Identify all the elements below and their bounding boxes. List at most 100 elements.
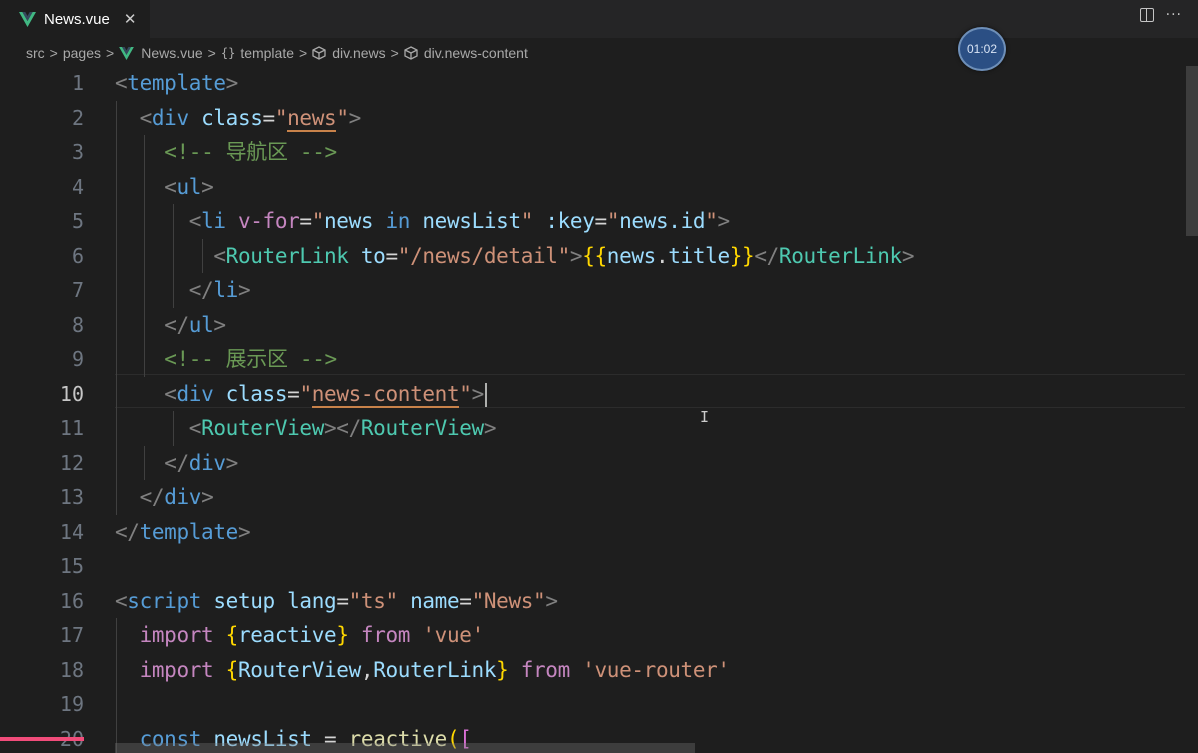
dot: .	[655, 243, 669, 268]
chevron-right-icon: >	[390, 45, 399, 61]
line-number: 13	[59, 485, 84, 509]
quote: "	[336, 105, 349, 130]
string: 'vue'	[422, 623, 484, 647]
more-actions-icon[interactable]: ···	[1166, 8, 1182, 22]
tag-bracket: <	[188, 209, 202, 233]
tag-bracket: >	[348, 105, 362, 130]
tag-bracket: >	[324, 416, 337, 440]
attr-value: "News"	[471, 588, 546, 613]
tag-bracket: >	[201, 174, 214, 199]
line-number: 19	[59, 692, 84, 716]
attr-name: setup	[213, 588, 275, 613]
code-line-11: <RouterView></RouterView>	[115, 411, 1185, 446]
tag-name: div	[151, 105, 189, 130]
text-cursor	[484, 382, 487, 407]
code-line-10: <div class="news-content">	[115, 376, 1185, 411]
tag-name: div	[188, 450, 226, 475]
expr-var: news	[606, 243, 657, 268]
attr-name: to	[360, 243, 386, 268]
quote: "	[311, 209, 325, 233]
chevron-right-icon: >	[207, 45, 216, 61]
tag-name: li	[213, 278, 238, 302]
chevron-right-icon: >	[106, 45, 115, 61]
code-line-18: import {RouterView,RouterLink} from 'vue…	[115, 652, 1185, 687]
attr-name: name	[410, 588, 460, 613]
tag-bracket: <	[115, 588, 128, 613]
recording-timer-badge: 01:02	[958, 27, 1006, 71]
line-number: 14	[59, 519, 84, 544]
line-number: 11	[59, 416, 84, 440]
code-line-13: </div>	[115, 480, 1185, 515]
attr-name: class	[225, 381, 288, 406]
tag-bracket: <	[164, 381, 177, 406]
keyword: import	[139, 623, 214, 647]
split-editor-icon[interactable]	[1139, 8, 1154, 22]
tab-label: News.vue	[44, 10, 110, 28]
tag-name: template	[127, 71, 226, 95]
keyword: from	[360, 623, 411, 647]
brace: }	[496, 657, 509, 682]
tag-bracket: >	[717, 209, 730, 233]
line-number: 6	[71, 243, 84, 268]
equals: =	[385, 243, 398, 268]
comma: ,	[360, 657, 374, 682]
tag-name: div	[164, 485, 202, 509]
horizontal-scrollbar[interactable]	[115, 743, 695, 753]
indent-guide	[116, 204, 117, 239]
equals: =	[299, 209, 312, 233]
code-editor[interactable]: 1 2 3 4 5 6 7 8 9 10 11 12 13 14 15 16 1…	[0, 66, 1198, 753]
tag-bracket: </	[164, 450, 189, 475]
tag-name: li	[201, 209, 226, 233]
tab-news-vue[interactable]: News.vue ✕	[0, 0, 150, 38]
indent-guide	[173, 204, 174, 239]
close-icon[interactable]: ✕	[124, 10, 137, 28]
indent-guide	[116, 238, 117, 273]
tag-bracket: >	[569, 243, 583, 268]
breadcrumb-item-template[interactable]: template	[240, 45, 294, 61]
tag-bracket: <	[164, 174, 177, 199]
line-number: 16	[59, 588, 84, 613]
tag-bracket: >	[225, 450, 239, 475]
attr-name: lang	[287, 588, 337, 613]
tag-bracket: </	[188, 278, 214, 302]
code-area[interactable]: <template> <div class="news"> <!-- 导航区 -…	[115, 66, 1185, 753]
indent-guide	[116, 169, 117, 204]
mustache-close: }}	[729, 243, 755, 268]
breadcrumb-item-pages[interactable]: pages	[63, 45, 101, 61]
tag-bracket: <	[139, 105, 153, 130]
line-number: 17	[59, 623, 84, 647]
indent-guide	[173, 238, 174, 273]
code-line-2: <div class="news">	[115, 100, 1185, 135]
quote: "	[299, 381, 312, 406]
tag-name: ul	[188, 312, 214, 337]
mouse-ibeam-cursor-icon: I	[700, 408, 710, 426]
tag-bracket: >	[471, 381, 485, 406]
tag-bracket: >	[225, 71, 239, 95]
indent-guide	[116, 480, 117, 515]
code-line-3: <!-- 导航区 -->	[115, 135, 1185, 170]
line-number: 2	[71, 105, 84, 130]
code-line-5: <li v-for="news in newsList" :key="news.…	[115, 204, 1185, 239]
expr-var: news	[324, 209, 374, 233]
line-number-gutter: 1 2 3 4 5 6 7 8 9 10 11 12 13 14 15 16 1…	[0, 66, 100, 753]
indent-guide	[173, 411, 174, 446]
code-line-7: </li>	[115, 273, 1185, 308]
video-progress-bar[interactable]	[0, 737, 1198, 741]
breadcrumb-item-src[interactable]: src	[26, 45, 45, 61]
tag-bracket: >	[201, 485, 214, 509]
vertical-scrollbar[interactable]	[1186, 66, 1198, 236]
indent-guide	[116, 273, 117, 308]
breadcrumb-item-file[interactable]: News.vue	[141, 45, 202, 61]
tag-bracket: >	[237, 278, 251, 302]
code-line-4: <ul>	[115, 169, 1185, 204]
tag-bracket: </	[139, 485, 165, 509]
breadcrumb-item-div-news-content[interactable]: div.news-content	[424, 45, 528, 61]
breadcrumb: src > pages > News.vue > {} template > d…	[0, 38, 1198, 68]
breadcrumb-item-div-news[interactable]: div.news	[332, 45, 385, 61]
code-line-12: </div>	[115, 445, 1185, 480]
tag-bracket: <	[115, 71, 128, 95]
quote: "	[520, 209, 534, 233]
tab-actions: ···	[1139, 8, 1182, 22]
identifier: RouterView	[237, 657, 361, 682]
line-number: 5	[71, 209, 84, 233]
